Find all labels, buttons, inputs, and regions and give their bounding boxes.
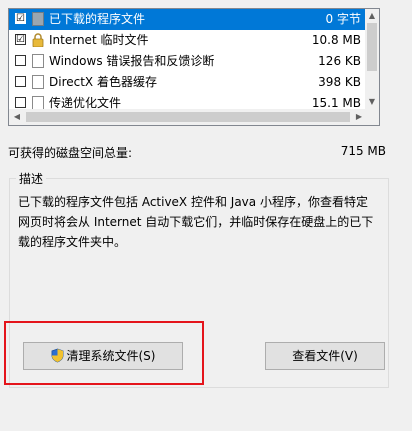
list-item[interactable]: ☑ 已下载的程序文件 0 字节 (9, 9, 367, 30)
vertical-scrollbar[interactable]: ▲ ▼ (365, 9, 379, 109)
list-item[interactable]: ☑ Internet 临时文件 10.8 MB (9, 30, 367, 51)
checkbox[interactable]: ☑ (15, 34, 26, 45)
highlight-box (4, 321, 204, 385)
checkbox[interactable]: ☑ (15, 13, 26, 24)
file-name: 传递优化文件 (49, 96, 122, 109)
description-text: 已下载的程序文件包括 ActiveX 控件和 Java 小程序，你查看特定网页时… (18, 195, 374, 249)
description-title: 描述 (16, 170, 47, 187)
file-size: 126 KB (318, 54, 361, 68)
list-item[interactable]: 传递优化文件 15.1 MB (9, 93, 367, 109)
lock-icon (32, 33, 44, 47)
document-icon (32, 96, 44, 109)
file-name: DirectX 着色器缓存 (49, 75, 157, 89)
disk-space-value: 715 MB (340, 144, 386, 158)
file-name: Windows 错误报告和反馈诊断 (49, 54, 215, 68)
scroll-thumb[interactable] (367, 23, 377, 71)
file-size: 10.8 MB (311, 33, 361, 47)
file-size: 0 字节 (325, 12, 361, 26)
disk-space-label: 可获得的磁盘空间总量: (8, 146, 133, 160)
file-name: 已下载的程序文件 (49, 12, 146, 26)
scroll-down-icon[interactable]: ▼ (365, 95, 379, 109)
checkbox[interactable] (15, 76, 26, 87)
list-item[interactable]: Windows 错误报告和反馈诊断 126 KB (9, 51, 367, 72)
checkbox[interactable] (15, 55, 26, 66)
scroll-up-icon[interactable]: ▲ (365, 9, 379, 23)
file-name: Internet 临时文件 (49, 33, 149, 47)
file-size: 398 KB (318, 75, 361, 89)
scroll-left-icon[interactable]: ◀ (9, 109, 25, 125)
document-icon (32, 75, 44, 89)
list-item[interactable]: DirectX 着色器缓存 398 KB (9, 72, 367, 93)
file-list[interactable]: ☑ 已下载的程序文件 0 字节 ☑ Internet 临时文件 10.8 MB … (8, 8, 380, 126)
checkbox[interactable] (15, 97, 26, 108)
file-size: 15.1 MB (311, 96, 361, 109)
document-icon (32, 54, 44, 68)
scroll-thumb[interactable] (26, 112, 350, 122)
scrollbar-corner (365, 109, 379, 125)
document-icon (32, 12, 44, 26)
horizontal-scrollbar[interactable]: ◀ ▶ (9, 109, 367, 125)
view-files-button[interactable]: 查看文件(V) (265, 342, 385, 370)
